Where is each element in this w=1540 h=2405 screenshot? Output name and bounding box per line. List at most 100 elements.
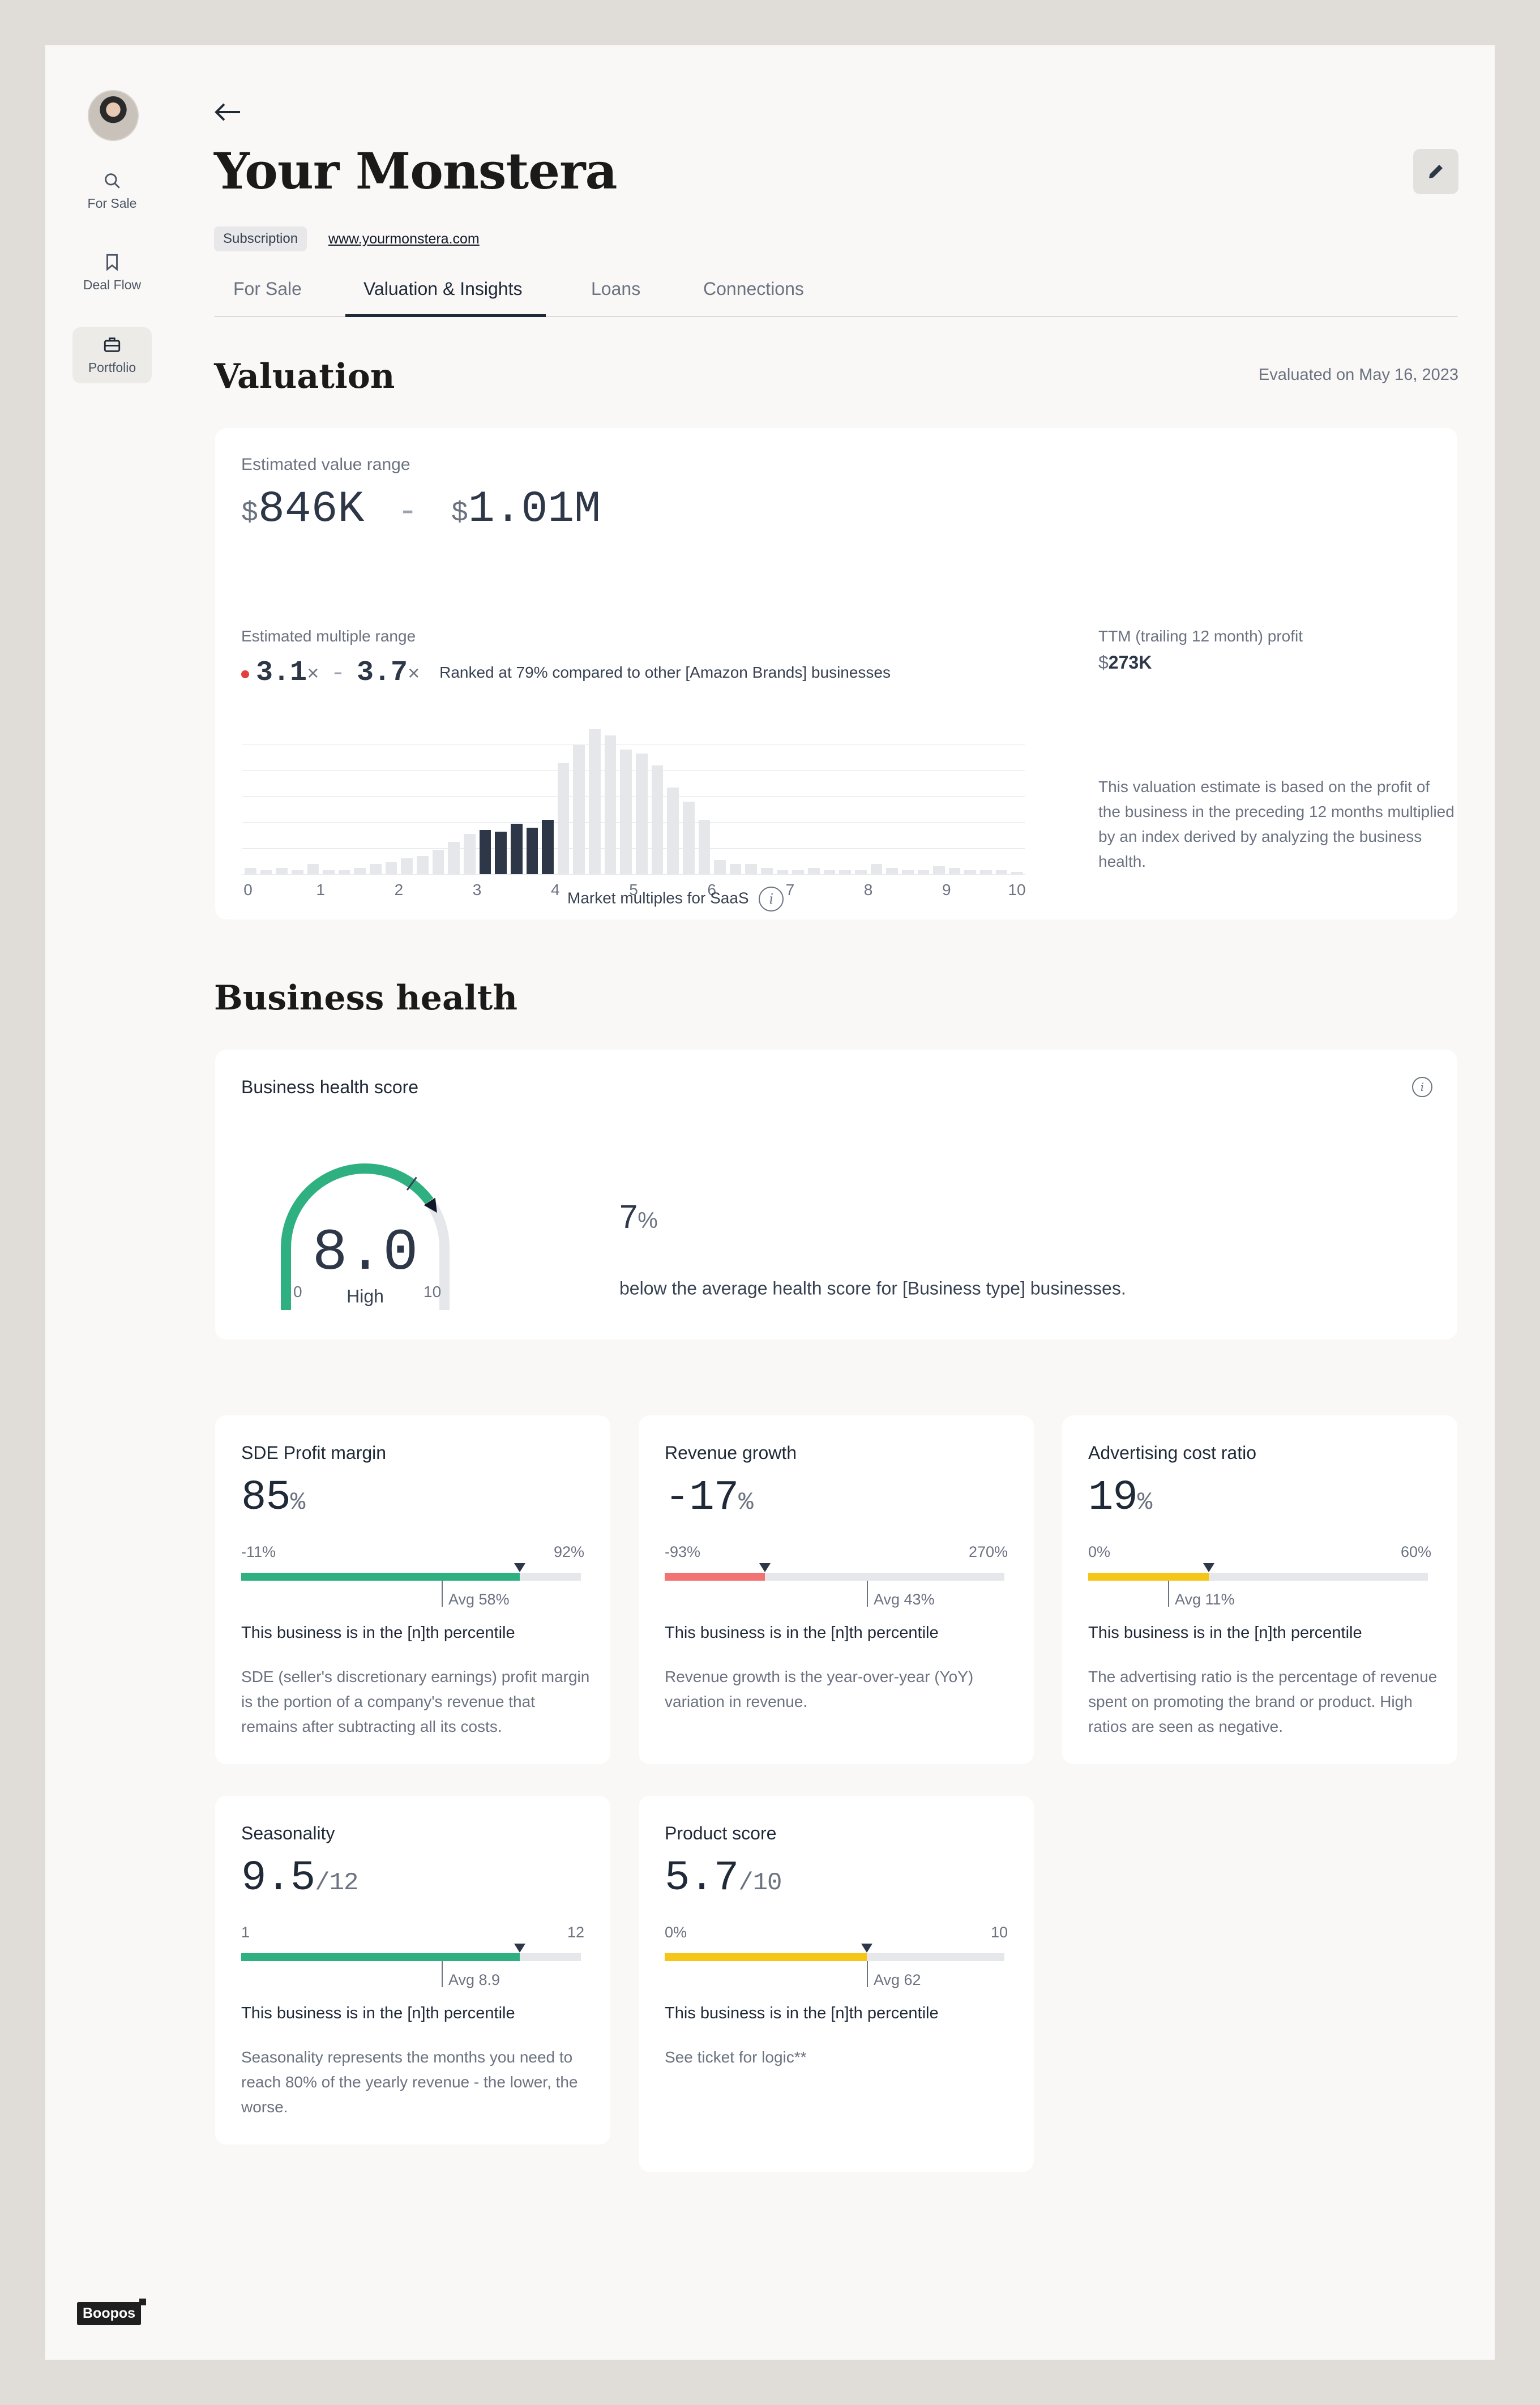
metric-title: Product score bbox=[665, 1823, 777, 1843]
metric-range-max: 270% bbox=[968, 1543, 1008, 1560]
valuation-card: Estimated value range $846K - $1.01M Est… bbox=[215, 428, 1457, 919]
metric-description: Seasonality represents the months you ne… bbox=[241, 2048, 578, 2116]
value-separator: - bbox=[397, 493, 418, 532]
histogram-bar bbox=[354, 868, 366, 874]
metric-unit: /10 bbox=[738, 1869, 782, 1897]
metric-title: Revenue growth bbox=[665, 1443, 797, 1463]
health-delta-text: below the average health score for [Busi… bbox=[619, 1278, 1126, 1299]
metric-avg-label: Avg 58% bbox=[448, 1591, 510, 1608]
metric-range-max: 10 bbox=[990, 1924, 1008, 1941]
health-score-card: Business health score i 8.0 High 0 10 7%… bbox=[215, 1050, 1457, 1340]
sidebar-item-portfolio[interactable]: Portfolio bbox=[72, 327, 152, 383]
histogram-bar bbox=[370, 864, 382, 874]
histogram-bar bbox=[948, 868, 961, 874]
metric-unit: % bbox=[1137, 1488, 1152, 1517]
gauge-min: 0 bbox=[293, 1283, 302, 1300]
metric-marker-icon bbox=[759, 1563, 771, 1572]
metric-bar-track: Avg 62 bbox=[665, 1944, 1004, 1988]
gauge-max: 10 bbox=[424, 1283, 442, 1300]
sidebar-item-label: For Sale bbox=[87, 196, 137, 211]
subscription-badge: Subscription bbox=[214, 226, 307, 251]
multiple-unit: × bbox=[307, 663, 319, 686]
histogram-bar bbox=[495, 832, 507, 874]
valuation-note: This valuation estimate is based on the … bbox=[1098, 778, 1455, 870]
metric-avg-line bbox=[1168, 1581, 1169, 1607]
briefcase-icon bbox=[72, 335, 152, 354]
chart-x-tick: 8 bbox=[863, 881, 873, 898]
metric-description: SDE (seller's discretionary earnings) pr… bbox=[241, 1668, 590, 1735]
metric-marker-icon bbox=[514, 1944, 525, 1953]
chart-plot bbox=[242, 729, 1025, 875]
sidebar-item-for-sale[interactable]: For Sale bbox=[72, 171, 152, 211]
value-low: 846K bbox=[258, 485, 365, 534]
metric-marker-icon bbox=[514, 1563, 525, 1572]
metric-range-max: 92% bbox=[553, 1543, 584, 1560]
chart-x-tick: 0 bbox=[243, 881, 253, 898]
metric-card-advertising-cost-ratio: Advertising cost ratio 19% 0% 60% Avg 11% Thi… bbox=[1062, 1415, 1457, 1764]
metric-percentile: This business is in the [n]th percentile bbox=[665, 2004, 939, 2022]
boopos-logo: Boopos bbox=[77, 2302, 142, 2325]
histogram-bar bbox=[260, 870, 272, 874]
histogram-bar bbox=[682, 802, 695, 874]
histogram-bar bbox=[776, 870, 789, 874]
histogram-bar bbox=[323, 870, 335, 874]
metric-card-revenue-growth: Revenue growth -17% -93% 270% Avg 43% This bu… bbox=[639, 1415, 1034, 1764]
tab-connections[interactable]: Connections bbox=[703, 279, 804, 299]
ttm-value: $273K bbox=[1098, 652, 1152, 673]
value-range: $846K - $1.01M bbox=[241, 485, 601, 534]
sidebar-item-deal-flow[interactable]: Deal Flow bbox=[72, 253, 152, 293]
metric-bar-track: Avg 11% bbox=[1088, 1563, 1428, 1608]
metric-unit: /12 bbox=[315, 1869, 358, 1897]
histogram-bar bbox=[385, 862, 397, 874]
histogram-bar bbox=[448, 842, 460, 874]
metric-avg-label: Avg 43% bbox=[874, 1591, 935, 1608]
website-link[interactable]: www.yourmonstera.com bbox=[328, 231, 480, 247]
avatar[interactable] bbox=[88, 90, 139, 141]
metric-marker-icon bbox=[1203, 1563, 1214, 1572]
health-score-label: Business health score bbox=[241, 1077, 419, 1097]
metric-avg-line bbox=[442, 1961, 443, 1987]
tab-valuation-insights[interactable]: Valuation & Insights bbox=[363, 279, 522, 299]
ttm-amount: 273K bbox=[1108, 652, 1152, 673]
histogram-bar bbox=[417, 856, 429, 874]
tab-loans[interactable]: Loans bbox=[591, 279, 640, 299]
chart-gridline bbox=[242, 821, 1025, 823]
metric-title: Advertising cost ratio bbox=[1088, 1443, 1257, 1463]
histogram-bar bbox=[557, 763, 570, 874]
histogram-bar bbox=[542, 820, 554, 874]
histogram-bar bbox=[667, 788, 679, 874]
metric-number: 19 bbox=[1088, 1474, 1138, 1522]
histogram-bar bbox=[573, 745, 585, 874]
info-icon[interactable]: i bbox=[759, 887, 784, 911]
multiple-high: 3.7 bbox=[357, 657, 408, 689]
metric-bar-track: Avg 8.9 bbox=[241, 1944, 581, 1988]
metric-bar-fill bbox=[241, 1953, 520, 1961]
metric-range-min: -93% bbox=[665, 1543, 701, 1560]
metric-avg-line bbox=[867, 1961, 868, 1987]
histogram-bar bbox=[870, 864, 883, 874]
multiple-separator: - bbox=[330, 660, 346, 688]
search-icon bbox=[72, 171, 152, 190]
back-button[interactable] bbox=[213, 101, 242, 126]
histogram-bar bbox=[745, 864, 758, 874]
metric-range-max: 60% bbox=[1400, 1543, 1431, 1560]
metric-marker-icon bbox=[861, 1944, 872, 1953]
edit-button[interactable] bbox=[1413, 149, 1458, 194]
arrow-left-icon bbox=[215, 103, 240, 121]
metric-avg-label: Avg 11% bbox=[1175, 1591, 1235, 1608]
info-icon[interactable]: i bbox=[1412, 1077, 1432, 1097]
metric-range-min: 1 bbox=[241, 1924, 250, 1941]
metric-bar-fill bbox=[1088, 1573, 1209, 1581]
histogram-bar bbox=[964, 870, 977, 874]
multiple-range: 3.1× -3.7× Ranked at 79% compared to othe… bbox=[241, 657, 891, 689]
multiple-unit: × bbox=[408, 663, 420, 686]
histogram-bar bbox=[338, 870, 350, 874]
histogram-bar bbox=[276, 868, 288, 874]
histogram-bar bbox=[1011, 872, 1023, 874]
tab-for-sale[interactable]: For Sale bbox=[233, 279, 302, 299]
sidebar-item-label: Deal Flow bbox=[83, 277, 142, 292]
histogram-bar bbox=[808, 868, 820, 874]
chart-gridline bbox=[242, 769, 1025, 771]
metric-range-min: 0% bbox=[1088, 1543, 1111, 1560]
multiple-low: 3.1 bbox=[256, 657, 307, 689]
